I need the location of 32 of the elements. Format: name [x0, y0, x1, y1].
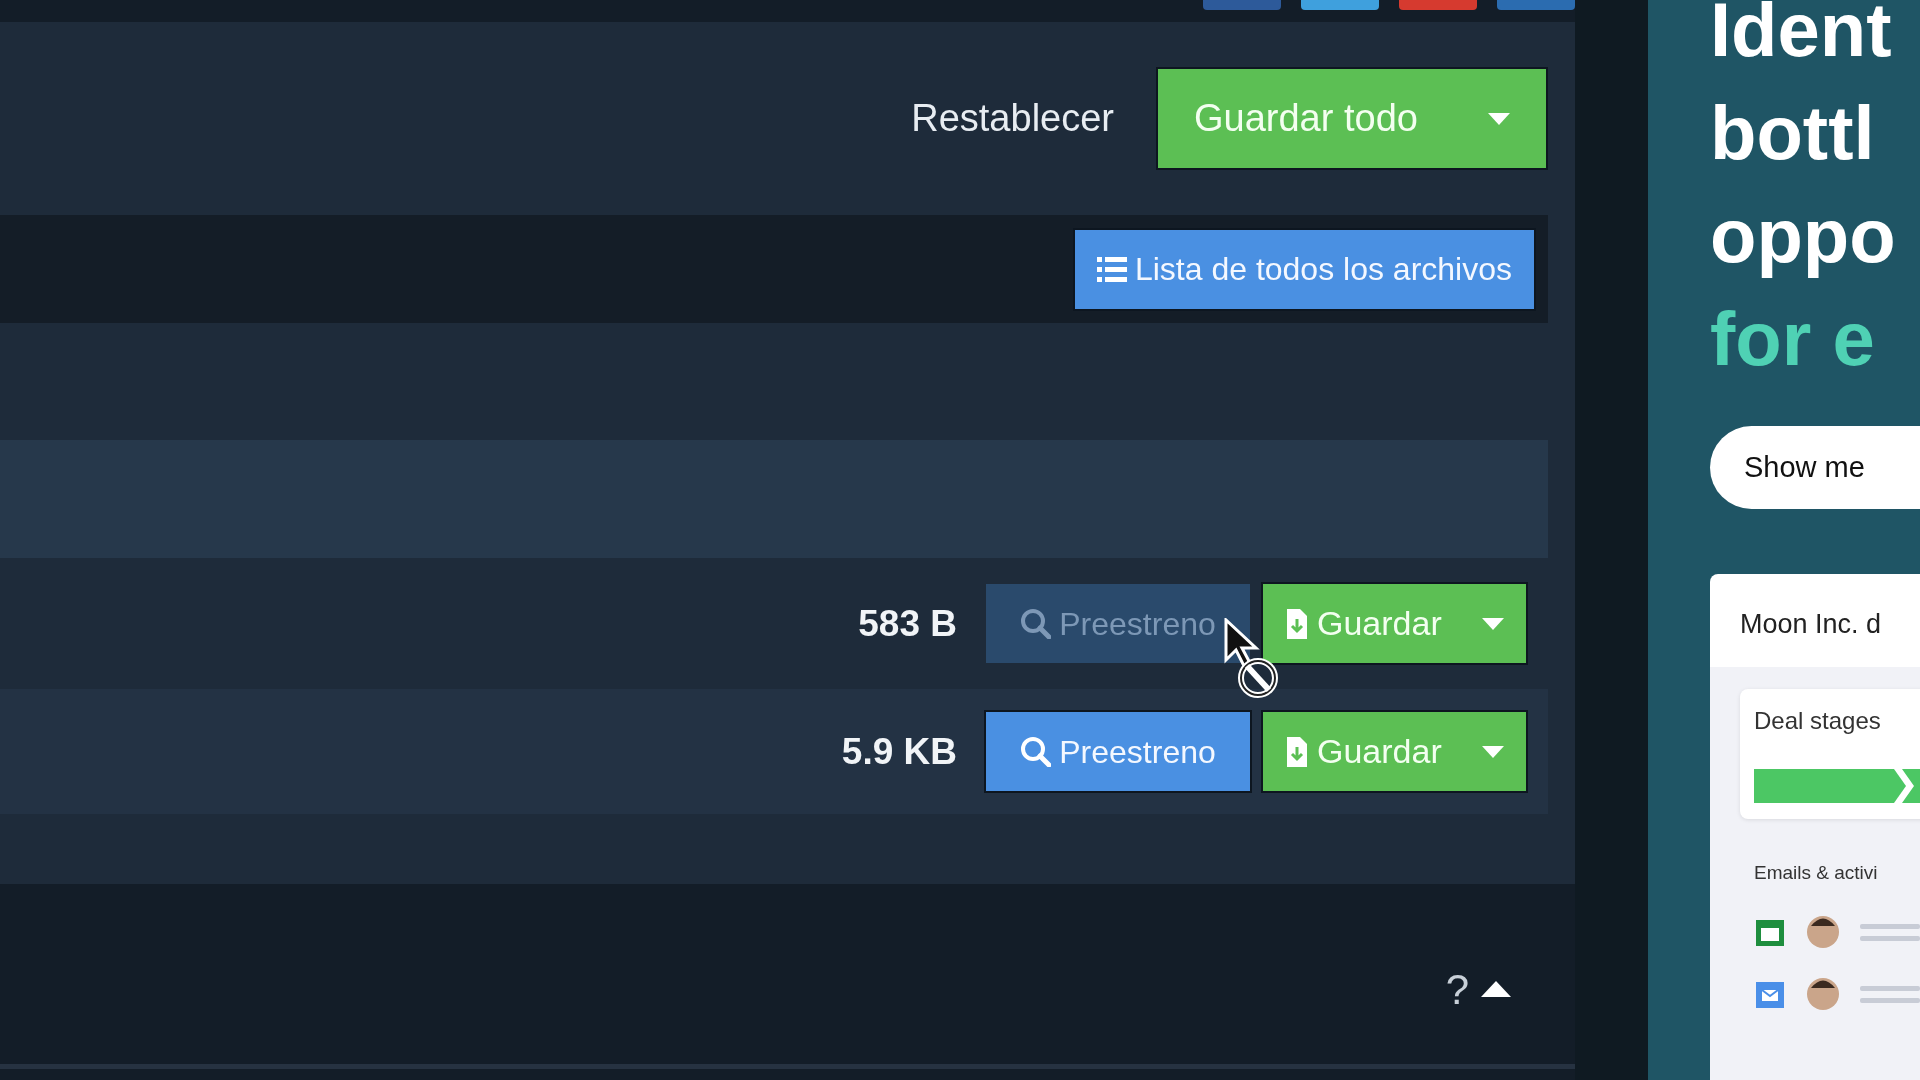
search-icon: [1020, 608, 1052, 639]
deal-stages-label: Deal stages: [1754, 705, 1882, 736]
share-button[interactable]: [1203, 0, 1281, 10]
file-list-button[interactable]: Lista de todos los archivos: [1072, 227, 1536, 311]
reset-link[interactable]: Restablecer: [911, 90, 1114, 147]
caret-icon: [1488, 112, 1510, 125]
preview-button[interactable]: Preestreno: [984, 710, 1252, 793]
save-button[interactable]: Guardar: [1261, 710, 1528, 793]
emails-label: Emails & activi: [1754, 860, 1879, 885]
ad-headline: for e: [1710, 295, 1876, 383]
ad-headline: Ident: [1710, 0, 1893, 74]
file-size: 583 B: [858, 601, 957, 646]
file-download-icon: [1285, 608, 1309, 639]
share-button[interactable]: [1301, 0, 1379, 10]
help-link[interactable]: ?: [1445, 957, 1469, 1021]
file-size: 5.9 KB: [841, 729, 957, 774]
card-title: Moon Inc. d: [1739, 608, 1883, 641]
file-download-icon: [1285, 736, 1309, 767]
caret-icon: [1482, 745, 1504, 758]
caret-icon: [1482, 617, 1504, 630]
save-all-button[interactable]: Guardar todo: [1156, 67, 1548, 170]
list-icon: [1096, 254, 1127, 284]
save-button[interactable]: Guardar: [1261, 582, 1528, 665]
avatar-icon: [1806, 915, 1840, 949]
share-button[interactable]: [1399, 0, 1477, 10]
avatar-icon: [1806, 977, 1840, 1011]
scroll-up-icon: [1481, 981, 1511, 997]
search-icon: [1020, 736, 1052, 767]
share-button[interactable]: [1497, 0, 1575, 10]
ad-headline: oppo: [1710, 192, 1897, 280]
cta-button[interactable]: Show me: [1710, 426, 1920, 509]
ad-headline: bottl: [1710, 89, 1876, 177]
